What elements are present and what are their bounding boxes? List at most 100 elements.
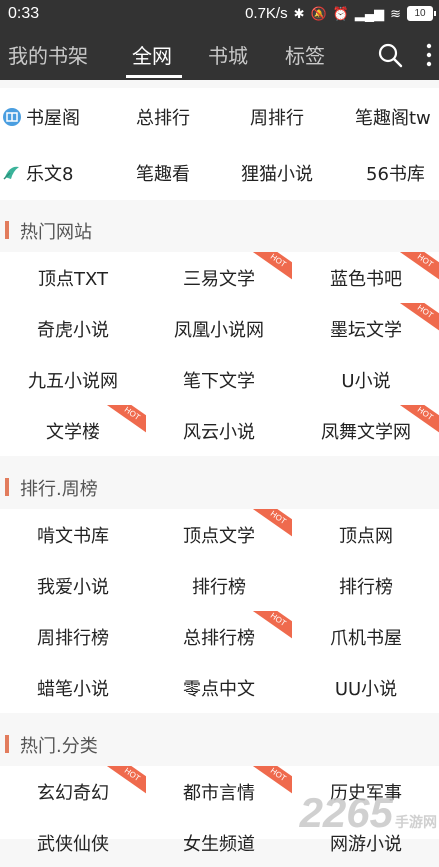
battery-icon: 10 [407,6,433,21]
grid-item[interactable]: 周排行榜 [0,611,146,661]
section-title: 热门网站 [20,218,92,244]
grid-item[interactable]: 都市言情HOT [146,766,292,816]
grid-item-label: 风云小说 [146,418,292,444]
grid-item[interactable]: 奇虎小说 [0,303,146,353]
grid-item[interactable]: 蜡笔小说 [0,662,146,712]
grid-item[interactable]: 武侠仙侠 [0,817,146,867]
status-time: 0:33 [8,5,39,23]
quick-link[interactable]: 56书库 [366,160,425,186]
grid-item[interactable]: 文学楼HOT [0,405,146,455]
grid-item[interactable]: 笔下文学 [146,354,292,404]
grid-item-label: 玄幻奇幻 [0,779,146,805]
section-accent-bar [5,478,9,496]
grid-item-label: 三易文学 [146,265,292,291]
grid-item-label: 零点中文 [146,675,292,701]
section-title: 排行.周榜 [20,475,98,501]
quick-link[interactable]: 笔趣看 [136,160,190,186]
grid-item-label: 周排行榜 [0,624,146,650]
more-vertical-icon[interactable] [424,42,434,68]
search-icon[interactable] [376,41,404,69]
quick-link-label: 乐文8 [26,164,73,185]
grid-item[interactable]: 凤舞文学网HOT [293,405,439,455]
grid-item-label: 墨坛文学 [293,316,439,342]
grid-item-label: 女生频道 [146,830,292,856]
grid-item[interactable]: 三易文学HOT [146,252,292,302]
grid-item-label: 蓝色书吧 [293,265,439,291]
grid-item[interactable]: 啃文书库 [0,509,146,559]
grid-item-label: 蜡笔小说 [0,675,146,701]
grid-item[interactable]: 排行榜 [293,560,439,610]
grid-item-label: 武侠仙侠 [0,830,146,856]
grid-item[interactable]: 排行榜 [146,560,292,610]
grid-item-label: 笔下文学 [146,367,292,393]
wifi-icon: ≋ [390,6,401,22]
grid-item[interactable]: 顶点文学HOT [146,509,292,559]
quick-link[interactable]: 周排行 [250,104,304,130]
grid-item[interactable]: U小说 [293,354,439,404]
section-title: 热门.分类 [20,732,98,758]
grid-item-label: 总排行榜 [146,624,292,650]
grid-item-label: 都市言情 [146,779,292,805]
quick-link[interactable]: 总排行 [136,104,190,130]
grid-item[interactable]: 总排行榜HOT [146,611,292,661]
status-bar: 0:33 0.7K/s ✱ 🔕 ⏰ ▂▄▆ ≋ 10 [0,0,439,30]
site-grid-weekly-ranking: 啃文书库 顶点文学HOT 顶点网 我爱小说 排行榜 排行榜 周排行榜 总排行榜H… [0,509,439,713]
grid-item-label: 顶点TXT [0,265,146,291]
grid-item-label: 凤舞文学网 [293,418,439,444]
top-nav: 我的书架 全网 书城 标签 [0,30,439,80]
grid-item-label: 顶点文学 [146,522,292,548]
active-tab-indicator [126,75,182,78]
grid-item[interactable]: 蓝色书吧HOT [293,252,439,302]
site-grid-hot-sites: 顶点TXT 三易文学HOT 蓝色书吧HOT 奇虎小说 凤凰小说网 墨坛文学HOT… [0,252,439,456]
tab-tags[interactable]: 标签 [285,40,325,69]
quick-links-row-2: 乐文8 笔趣看 狸猫小说 56书库 [0,144,439,200]
quick-link[interactable]: 书屋阁 [2,104,80,130]
grid-item[interactable]: 爪机书屋 [293,611,439,661]
shuwuge-logo-icon [2,107,22,127]
tab-all-web[interactable]: 全网 [132,40,172,69]
grid-item[interactable]: 玄幻奇幻HOT [0,766,146,816]
grid-item[interactable]: UU小说 [293,662,439,712]
watermark-text: 手游网 [395,814,437,830]
signal-icon: ▂▄▆ [355,6,384,22]
grid-item[interactable]: 顶点网 [293,509,439,559]
grid-item[interactable]: 顶点TXT [0,252,146,302]
grid-item-label: 顶点网 [293,522,439,548]
quick-link[interactable]: 乐文8 [2,160,73,186]
grid-item[interactable]: 九五小说网 [0,354,146,404]
grid-item-label: 啃文书库 [0,522,146,548]
network-speed: 0.7K/s [245,5,288,22]
quick-links-row-1: 书屋阁 总排行 周排行 笔趣阁tw [0,88,439,144]
grid-item[interactable]: 凤凰小说网 [146,303,292,353]
grid-item[interactable]: 女生频道 [146,817,292,867]
grid-item-label: 凤凰小说网 [146,316,292,342]
grid-item-label: 九五小说网 [0,367,146,393]
quick-link[interactable]: 狸猫小说 [241,160,313,186]
grid-item-label: UU小说 [293,675,439,701]
grid-item[interactable]: 风云小说 [146,405,292,455]
alarm-icon: ⏰ [333,6,349,22]
status-icons: 0.7K/s ✱ 🔕 ⏰ ▂▄▆ ≋ 10 [245,5,433,22]
quick-link-label: 书屋阁 [26,108,80,129]
lewen-logo-icon [2,163,22,183]
section-header: 排行.周榜 [0,463,439,509]
quick-link[interactable]: 笔趣阁tw [355,104,431,130]
section-accent-bar [5,221,9,239]
watermark-number: 2265 [300,789,393,836]
grid-item[interactable]: 零点中文 [146,662,292,712]
tab-bookstore[interactable]: 书城 [208,40,248,69]
grid-item[interactable]: 墨坛文学HOT [293,303,439,353]
grid-item-label: 爪机书屋 [293,624,439,650]
section-header: 热门.分类 [0,720,439,766]
section-accent-bar [5,735,9,753]
grid-item-label: 我爱小说 [0,573,146,599]
grid-item-label: U小说 [293,367,439,393]
grid-item-label: 排行榜 [293,573,439,599]
section-header: 热门网站 [0,206,439,252]
grid-item-label: 排行榜 [146,573,292,599]
grid-item[interactable]: 我爱小说 [0,560,146,610]
mute-icon: 🔕 [311,6,327,22]
tab-bookshelf[interactable]: 我的书架 [8,40,88,69]
bluetooth-icon: ✱ [294,6,305,22]
watermark-logo: 2265手游网 [300,789,437,837]
